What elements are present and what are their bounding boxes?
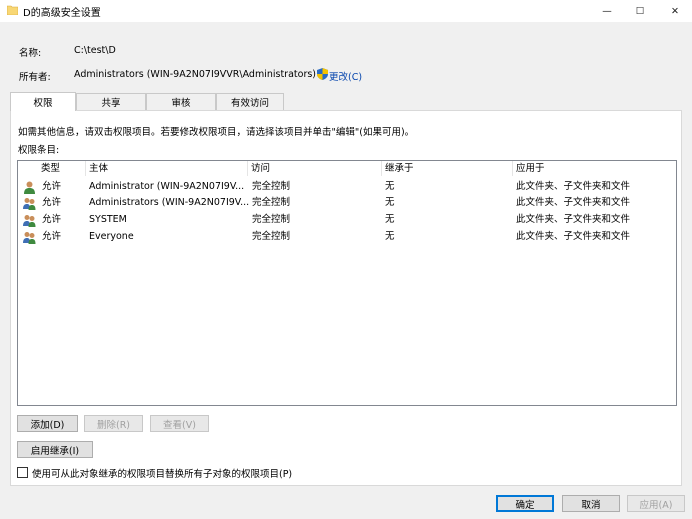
column-header-principal[interactable]: 主体 bbox=[86, 161, 248, 176]
user-icon bbox=[24, 181, 35, 194]
ok-button[interactable]: 确定 bbox=[496, 495, 554, 512]
name-value: C:\test\D bbox=[74, 45, 116, 56]
owner-label: 所有者: bbox=[19, 72, 51, 83]
entry-principal: Everyone bbox=[89, 231, 134, 242]
title-bar bbox=[0, 0, 692, 22]
table-row[interactable]: 允许 Administrator (WIN-9A2N07I9V... 完全控制 … bbox=[18, 179, 676, 196]
tab-permissions[interactable]: 权限 bbox=[10, 92, 76, 111]
column-header-applies-to[interactable]: 应用于 bbox=[513, 161, 676, 176]
view-button[interactable]: 查看(V) bbox=[150, 415, 209, 432]
entry-inherited-from: 无 bbox=[385, 231, 395, 242]
entry-inherited-from: 无 bbox=[385, 181, 395, 192]
close-button[interactable]: ✕ bbox=[660, 0, 690, 22]
group-icon bbox=[23, 232, 36, 244]
permission-entries-table[interactable]: 类型 主体 访问 继承于 应用于 允许 Administrator (WIN-9… bbox=[17, 160, 677, 406]
replace-child-permissions-label[interactable]: 使用可从此对象继承的权限项目替换所有子对象的权限项目(P) bbox=[32, 466, 292, 480]
cancel-button[interactable]: 取消 bbox=[562, 495, 620, 512]
remove-button[interactable]: 删除(R) bbox=[84, 415, 143, 432]
window-title: D的高级安全设置 bbox=[23, 8, 101, 19]
replace-child-permissions-checkbox[interactable] bbox=[17, 467, 28, 478]
entry-inherited-from: 无 bbox=[385, 214, 395, 225]
owner-value: Administrators (WIN-9A2N07I9VVR\Administ… bbox=[74, 69, 317, 80]
table-row[interactable]: 允许 SYSTEM 完全控制 无 此文件夹、子文件夹和文件 bbox=[18, 212, 676, 229]
maximize-button[interactable]: ☐ bbox=[625, 0, 655, 22]
entry-applies-to: 此文件夹、子文件夹和文件 bbox=[516, 181, 631, 192]
entry-access: 完全控制 bbox=[252, 214, 291, 225]
tab-sharing[interactable]: 共享 bbox=[76, 93, 146, 110]
table-row[interactable]: 允许 Everyone 完全控制 无 此文件夹、子文件夹和文件 bbox=[18, 229, 676, 246]
tab-auditing[interactable]: 审核 bbox=[146, 93, 216, 110]
group-icon bbox=[23, 215, 36, 227]
entry-access: 完全控制 bbox=[252, 197, 291, 208]
name-label: 名称: bbox=[19, 48, 42, 59]
column-header-access[interactable]: 访问 bbox=[248, 161, 382, 176]
group-icon bbox=[23, 198, 36, 210]
entry-principal: Administrators (WIN-9A2N07I9V... bbox=[89, 197, 250, 208]
entry-type: 允许 bbox=[42, 231, 62, 242]
enable-inheritance-button[interactable]: 启用继承(I) bbox=[17, 441, 93, 458]
entry-applies-to: 此文件夹、子文件夹和文件 bbox=[516, 231, 631, 242]
change-owner-link[interactable]: 更改(C) bbox=[329, 69, 362, 83]
table-row[interactable]: 允许 Administrators (WIN-9A2N07I9V... 完全控制… bbox=[18, 195, 676, 212]
entry-principal: SYSTEM bbox=[89, 214, 127, 225]
entry-type: 允许 bbox=[42, 181, 62, 192]
column-header-type[interactable]: 类型 bbox=[38, 161, 86, 176]
tab-effective-access[interactable]: 有效访问 bbox=[216, 93, 284, 110]
folder-icon bbox=[7, 5, 18, 15]
column-header-inherited-from[interactable]: 继承于 bbox=[382, 161, 513, 176]
entry-inherited-from: 无 bbox=[385, 197, 395, 208]
entry-principal: Administrator (WIN-9A2N07I9V... bbox=[89, 181, 245, 192]
entry-access: 完全控制 bbox=[252, 231, 291, 242]
permission-entries-label: 权限条目: bbox=[18, 145, 60, 156]
minimize-button[interactable]: — bbox=[592, 0, 622, 22]
entry-applies-to: 此文件夹、子文件夹和文件 bbox=[516, 197, 631, 208]
apply-button[interactable]: 应用(A) bbox=[627, 495, 685, 512]
entry-access: 完全控制 bbox=[252, 181, 291, 192]
add-button[interactable]: 添加(D) bbox=[17, 415, 78, 432]
entry-type: 允许 bbox=[42, 214, 62, 225]
entry-type: 允许 bbox=[42, 197, 62, 208]
permissions-hint: 如需其他信息，请双击权限项目。若要修改权限项目，请选择该项目并单击"编辑"(如果… bbox=[18, 127, 415, 138]
uac-shield-icon bbox=[317, 68, 328, 80]
entry-applies-to: 此文件夹、子文件夹和文件 bbox=[516, 214, 631, 225]
